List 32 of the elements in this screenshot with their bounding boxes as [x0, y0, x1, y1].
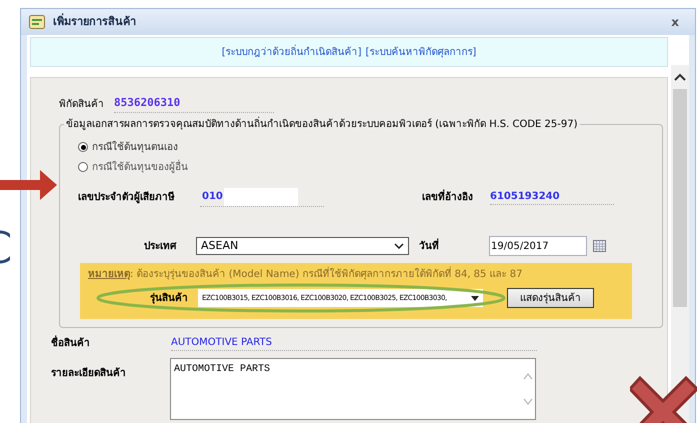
fieldset-legend: ข้อมูลเอกสารผลการตรวจคุณสมบัติทางด้านถิ่นกำเนิดของสินค้าด้วยระบบคอมพิวเตอร์ (เฉพาะพิกัด H.S. CODE 25-97): [64, 117, 580, 132]
field-label: รายละเอียดสินค้า: [51, 366, 127, 381]
country-select[interactable]: ASEAN: [196, 237, 409, 255]
date-field[interactable]: 19/05/2017: [489, 236, 587, 256]
chevron-down-icon: [394, 243, 404, 249]
product-name-value: AUTOMOTIVE PARTS: [171, 335, 537, 351]
chevron-up-icon[interactable]: [674, 73, 686, 81]
field-label: รุ่นสินค้า: [149, 291, 189, 306]
link[interactable]: [ระบบกฎว่าด้วยถิ่นกำเนิดสินค้า]: [222, 44, 362, 60]
field-label: ชื่อสินค้า: [51, 336, 91, 350]
form-icon: [29, 15, 45, 29]
dropdown-arrow-icon: [471, 296, 479, 300]
link[interactable]: [ระบบค้นหาพิกัดศุลกากร]: [366, 44, 476, 60]
detail-textarea[interactable]: AUTOMOTIVE PARTS: [170, 358, 536, 420]
reference-value: 6105193240: [490, 189, 614, 205]
scrollbar[interactable]: [671, 65, 689, 423]
show-models-button[interactable]: แสดงรุ่นสินค้า: [507, 288, 594, 308]
cross-icon: [630, 373, 697, 423]
field-label: ประเทศ: [143, 240, 178, 254]
radio-option[interactable]: กรณีใช้ต้นทุนตนเอง: [78, 137, 632, 157]
field-label: เลขประจำตัวผู้เสียภาษี: [78, 190, 176, 204]
radio-option[interactable]: กรณีใช้ต้นทุนของผู้อื่น: [78, 157, 632, 177]
field-label: วันที่: [419, 238, 440, 254]
calendar-icon[interactable]: [593, 240, 606, 252]
close-button[interactable]: x: [667, 13, 683, 31]
field-label: พิกัดสินค้า: [59, 98, 104, 112]
circle-arc-icon: [0, 230, 10, 264]
field-label: เลขที่อ้างอิง: [422, 190, 474, 204]
hs-code-value: 8536206310: [114, 95, 274, 113]
window-title: เพิ่มรายการสินค้า: [53, 14, 136, 30]
note-text: หมายเหตุ: ต้องระบุรุ่นของสินค้า (Model Name) กรณีที่ใช้พิกัดศุลกากรภายใต้พิกัดที่ 84, 85 และ 87: [88, 267, 624, 282]
arrow-icon: [0, 170, 58, 200]
